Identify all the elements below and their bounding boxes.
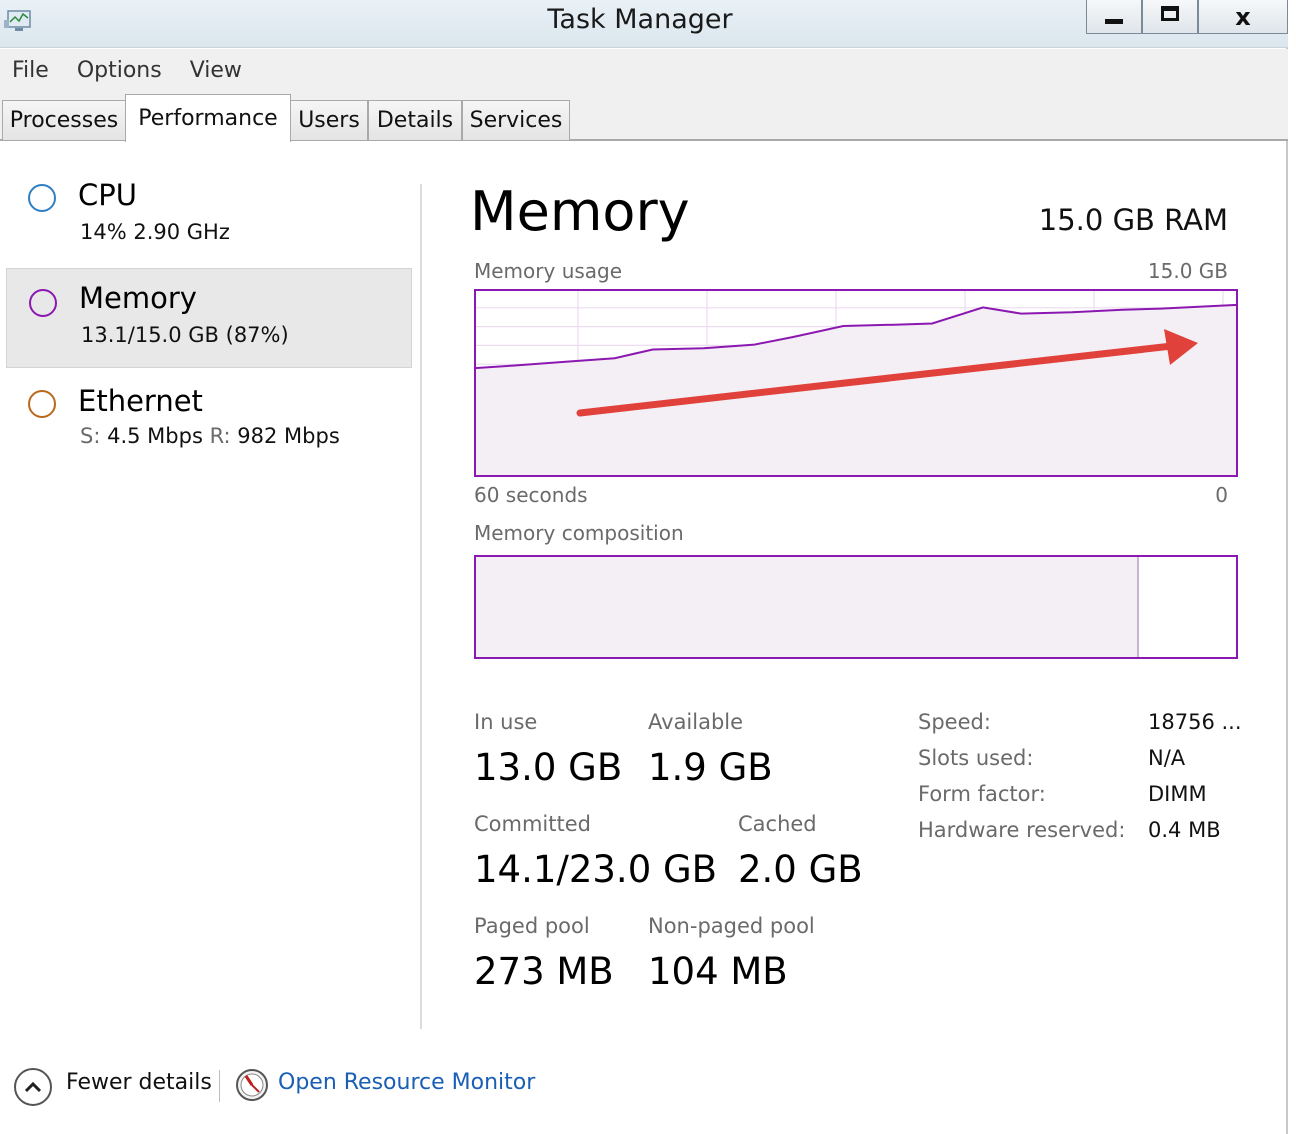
- chevron-up-glyph: [24, 1081, 42, 1093]
- ethernet-receive-value: 982 Mbps: [237, 424, 340, 448]
- in-use-value: 13.0 GB: [474, 746, 623, 789]
- graph-time-right: 0: [1215, 483, 1228, 507]
- window-title-text: Task Manager: [547, 4, 733, 35]
- resource-ethernet[interactable]: Ethernet S: 4.5 Mbps R: 982 Mbps: [6, 370, 412, 470]
- open-resource-monitor-link[interactable]: Open Resource Monitor: [278, 1070, 535, 1095]
- menu-options[interactable]: Options: [77, 58, 162, 83]
- cached-label: Cached: [738, 812, 817, 836]
- speed-value: 18756 ...: [1148, 710, 1242, 734]
- speed-label: Speed:: [918, 710, 991, 734]
- resource-memory[interactable]: Memory 13.1/15.0 GB (87%): [6, 268, 412, 368]
- resource-ethernet-name: Ethernet: [78, 384, 203, 418]
- resource-memory-name: Memory: [79, 281, 197, 315]
- cpu-ring-icon: [28, 184, 56, 212]
- available-label: Available: [648, 710, 744, 734]
- non-paged-pool-value: 104 MB: [648, 950, 788, 993]
- resource-cpu[interactable]: CPU 14% 2.90 GHz: [6, 166, 412, 266]
- available-value: 1.9 GB: [648, 746, 773, 789]
- ethernet-ring-icon: [28, 390, 56, 418]
- ethernet-send-value: 4.5 Mbps: [107, 424, 203, 448]
- memory-composition-bar: [474, 555, 1238, 659]
- non-paged-pool-label: Non-paged pool: [648, 914, 815, 938]
- tab-details[interactable]: Details: [368, 100, 462, 140]
- task-manager-window: Task Manager x File Options View Process…: [0, 0, 1288, 1134]
- slots-used-value: N/A: [1148, 746, 1186, 770]
- composition-in-use: [476, 557, 1140, 657]
- form-factor-label: Form factor:: [918, 782, 1046, 806]
- cached-value: 2.0 GB: [738, 848, 863, 891]
- paged-pool-label: Paged pool: [474, 914, 590, 938]
- footer-separator: [219, 1070, 220, 1102]
- maximize-button[interactable]: [1142, 0, 1198, 34]
- hardware-reserved-value: 0.4 MB: [1148, 818, 1221, 842]
- panel-title: Memory: [470, 180, 690, 243]
- paged-pool-value: 273 MB: [474, 950, 614, 993]
- tab-strip: Processes Performance Users Details Serv…: [0, 91, 1288, 142]
- window-controls: x: [1086, 0, 1288, 34]
- resource-ethernet-detail: S: 4.5 Mbps R: 982 Mbps: [80, 424, 340, 448]
- resource-cpu-detail: 14% 2.90 GHz: [80, 220, 230, 244]
- tab-users[interactable]: Users: [290, 100, 368, 140]
- slots-used-label: Slots used:: [918, 746, 1034, 770]
- form-factor-value: DIMM: [1148, 782, 1207, 806]
- close-icon: x: [1235, 2, 1251, 31]
- memory-usage-graph: [474, 289, 1238, 477]
- menu-bar: File Options View: [0, 49, 1288, 91]
- menu-view[interactable]: View: [190, 58, 242, 83]
- resource-memory-detail: 13.1/15.0 GB (87%): [81, 323, 289, 347]
- memory-usage-max: 15.0 GB: [1147, 259, 1228, 283]
- in-use-label: In use: [474, 710, 538, 734]
- hardware-reserved-label: Hardware reserved:: [918, 818, 1126, 842]
- graph-time-left: 60 seconds: [474, 483, 588, 507]
- minimize-icon: [1105, 19, 1123, 24]
- panel-divider: [420, 184, 422, 1029]
- committed-label: Committed: [474, 812, 591, 836]
- tab-performance[interactable]: Performance: [125, 94, 291, 142]
- committed-value: 14.1/23.0 GB: [474, 848, 718, 891]
- close-button[interactable]: x: [1198, 0, 1288, 34]
- ethernet-send-key: S:: [80, 424, 101, 448]
- memory-usage-label: Memory usage: [474, 259, 623, 283]
- memory-composition-label: Memory composition: [474, 521, 684, 545]
- tab-processes[interactable]: Processes: [2, 100, 126, 140]
- title-bar[interactable]: Task Manager x: [0, 0, 1288, 48]
- maximize-icon: [1161, 6, 1179, 21]
- tab-services[interactable]: Services: [462, 100, 570, 140]
- minimize-button[interactable]: [1086, 0, 1142, 34]
- resource-monitor-icon[interactable]: [235, 1068, 269, 1102]
- footer: Fewer details Open Resource Monitor: [0, 1060, 1288, 1112]
- menu-file[interactable]: File: [12, 58, 49, 83]
- memory-ring-icon: [29, 289, 57, 317]
- total-ram: 15.0 GB RAM: [1038, 203, 1228, 237]
- resource-cpu-name: CPU: [78, 178, 137, 212]
- chevron-up-icon[interactable]: [14, 1068, 52, 1106]
- ethernet-receive-key: R:: [209, 424, 231, 448]
- fewer-details-button[interactable]: Fewer details: [66, 1070, 212, 1095]
